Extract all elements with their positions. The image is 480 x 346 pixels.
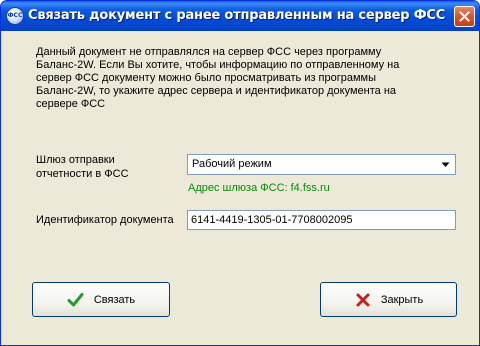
gateway-select-value: Рабочий режим [192, 158, 272, 170]
checkmark-icon [67, 291, 85, 309]
window-close-button[interactable] [454, 6, 475, 27]
description-text: Данный документ не отправлялся на сервер… [36, 46, 400, 110]
link-button[interactable]: Связать [32, 282, 170, 317]
close-button-label: Закрыть [380, 293, 424, 306]
document-id-label: Идентификатор документа [36, 214, 174, 226]
gateway-address-text: Адрес шлюза ФСС: f4.fss.ru [188, 182, 330, 194]
title-bar[interactable]: ФСС Связать документ с ранее отправленны… [1, 1, 479, 31]
close-icon [459, 11, 470, 22]
close-button[interactable]: Закрыть [320, 282, 457, 317]
fss-app-icon: ФСС [6, 7, 24, 25]
gateway-label-line2: отчетности в ФСС [36, 168, 129, 180]
chevron-down-icon [441, 162, 450, 167]
gateway-label: Шлюз отправки отчетности в ФСС [36, 153, 176, 181]
gateway-select[interactable]: Рабочий режим [187, 154, 456, 175]
dropdown-arrow-button[interactable] [437, 156, 454, 173]
document-id-input[interactable] [187, 210, 456, 230]
window-title: Связать документ с ранее отправленным на… [28, 8, 446, 23]
gateway-label-line1: Шлюз отправки [36, 154, 115, 166]
red-x-icon [354, 291, 372, 309]
link-button-label: Связать [93, 293, 136, 306]
dialog-window: ФСС Связать документ с ранее отправленны… [0, 0, 480, 346]
